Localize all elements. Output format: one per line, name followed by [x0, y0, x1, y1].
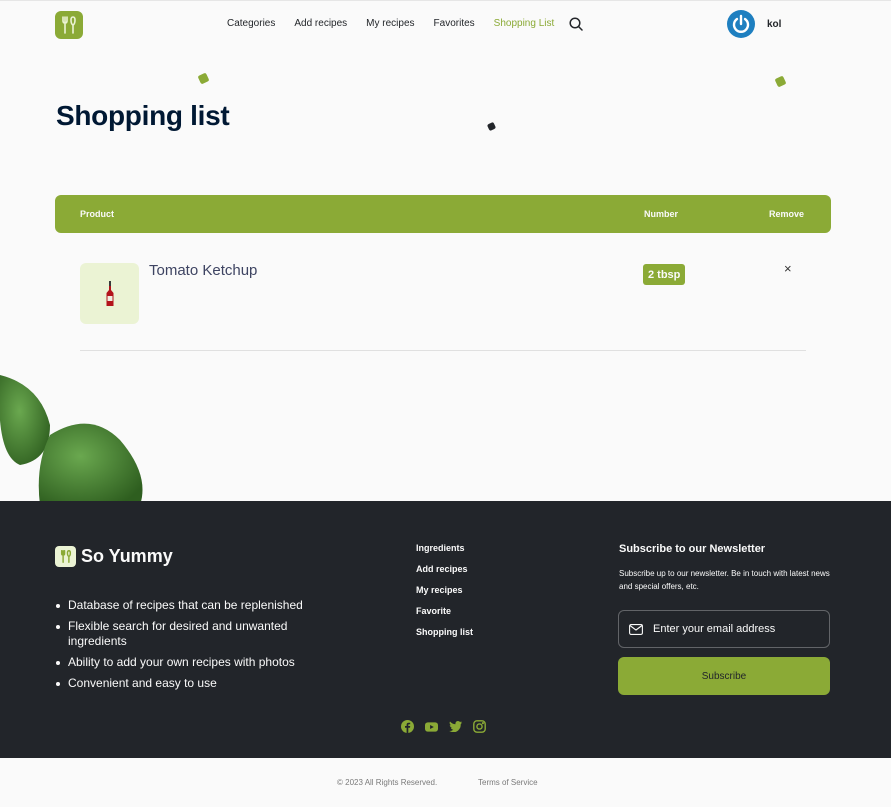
spinach-leaf-image	[0, 375, 143, 505]
newsletter-text: Subscribe up to our newsletter. Be in to…	[619, 569, 830, 591]
email-field[interactable]: Enter your email address	[618, 610, 830, 648]
footer-logo[interactable]: So Yummy	[55, 546, 173, 567]
social-links	[401, 720, 486, 733]
user-menu[interactable]: kol	[727, 10, 781, 38]
nav-favorites[interactable]: Favorites	[434, 18, 475, 29]
product-name: Tomato Ketchup	[149, 262, 258, 279]
feature-list: Database of recipes that can be replenis…	[56, 598, 326, 697]
row-divider	[80, 350, 806, 351]
search-icon[interactable]	[569, 17, 583, 31]
footer-link-ingredients[interactable]: Ingredients	[416, 543, 473, 553]
decor-square	[774, 75, 787, 88]
subscribe-button[interactable]: Subscribe	[618, 657, 830, 695]
page-title: Shopping list	[56, 100, 230, 131]
facebook-icon[interactable]	[401, 720, 414, 733]
twitter-icon[interactable]	[449, 720, 462, 733]
footer-link-shopping-list[interactable]: Shopping list	[416, 627, 473, 637]
product-quantity: 2 tbsp	[643, 264, 686, 285]
avatar	[727, 10, 755, 38]
bottom-bar: © 2023 All Rights Reserved. Terms of Ser…	[0, 758, 891, 807]
column-remove: Remove	[769, 209, 805, 219]
decor-square	[197, 72, 210, 85]
logo-icon	[55, 546, 76, 567]
footer-link-favorite[interactable]: Favorite	[416, 606, 473, 616]
feature-item: Flexible search for desired and unwanted…	[56, 619, 326, 649]
newsletter-title: Subscribe to our Newsletter	[619, 543, 766, 555]
header: Categories Add recipes My recipes Favori…	[0, 0, 891, 48]
footer-brand: So Yummy	[81, 546, 173, 566]
decor-square	[486, 121, 497, 132]
nav-my-recipes[interactable]: My recipes	[366, 18, 414, 29]
logo-icon	[62, 16, 76, 34]
copyright-text: © 2023 All Rights Reserved.	[337, 778, 438, 787]
remove-button[interactable]: ×	[784, 261, 792, 276]
nav-shopping-list[interactable]: Shopping List	[494, 18, 555, 29]
footer: So Yummy Database of recipes that can be…	[0, 501, 891, 758]
feature-item: Ability to add your own recipes with pho…	[56, 655, 326, 670]
main-nav: Categories Add recipes My recipes Favori…	[227, 18, 573, 29]
column-product: Product	[80, 209, 115, 219]
feature-item: Database of recipes that can be replenis…	[56, 598, 326, 613]
footer-link-my-recipes[interactable]: My recipes	[416, 585, 473, 595]
nav-categories[interactable]: Categories	[227, 18, 275, 29]
table-header: Product Number Remove	[55, 195, 831, 233]
terms-link[interactable]: Terms of Service	[478, 778, 538, 787]
feature-item: Convenient and easy to use	[56, 676, 326, 691]
mail-icon	[629, 623, 643, 635]
email-placeholder: Enter your email address	[653, 623, 776, 635]
youtube-icon[interactable]	[425, 720, 438, 733]
nav-add-recipes[interactable]: Add recipes	[294, 18, 347, 29]
user-name: kol	[767, 18, 782, 30]
logo[interactable]	[55, 11, 83, 39]
ketchup-bottle-icon	[106, 280, 113, 306]
power-icon	[732, 14, 750, 33]
footer-nav: Ingredients Add recipes My recipes Favor…	[416, 543, 473, 648]
footer-link-add-recipes[interactable]: Add recipes	[416, 564, 473, 574]
instagram-icon[interactable]	[473, 720, 486, 733]
column-number: Number	[644, 209, 679, 219]
product-image	[80, 263, 139, 324]
